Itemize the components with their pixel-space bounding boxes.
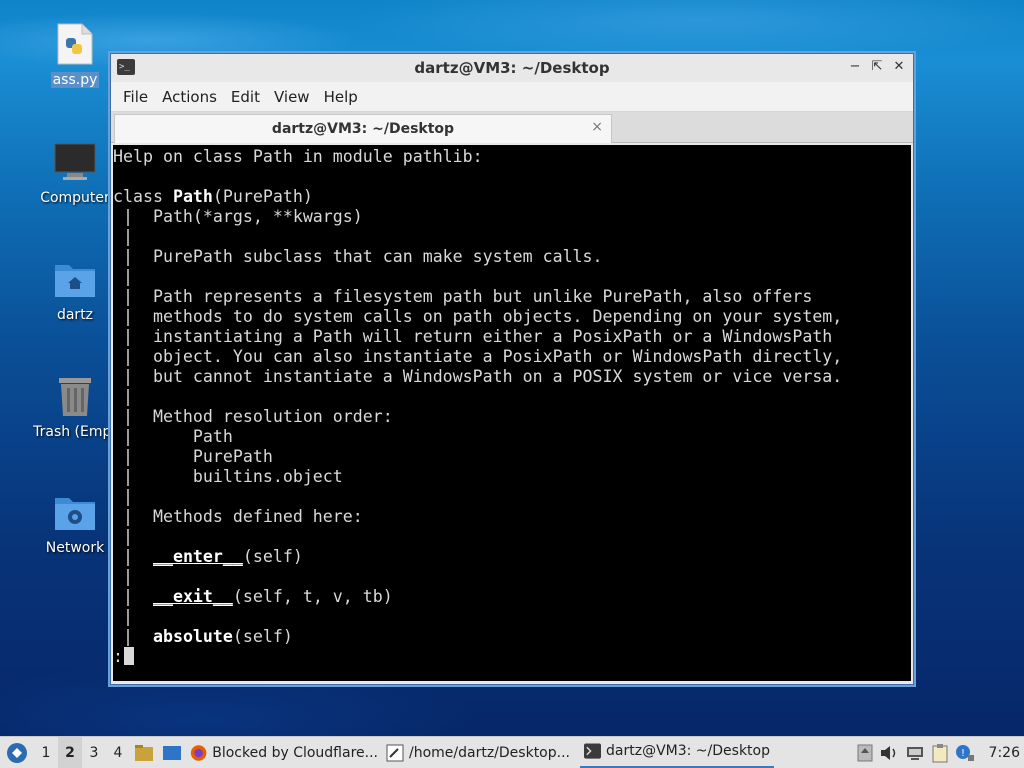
- terminal-line: | PurePath: [113, 447, 273, 466]
- minimize-icon[interactable]: −: [847, 58, 863, 76]
- menu-edit[interactable]: Edit: [224, 88, 267, 106]
- network-folder-icon: [53, 490, 97, 534]
- show-desktop-launcher[interactable]: [158, 737, 186, 768]
- close-icon[interactable]: ✕: [891, 58, 907, 76]
- task-terminal[interactable]: dartz@VM3: ~/Desktop: [580, 737, 774, 768]
- workspace-3[interactable]: 3: [82, 737, 106, 768]
- terminal-line: |: [113, 227, 153, 246]
- task-label: Blocked by Cloudflare...: [212, 744, 378, 761]
- terminal-icon: >_: [117, 59, 135, 75]
- desktop-icon-label: dartz: [56, 307, 94, 323]
- computer-icon: [53, 140, 97, 184]
- tab-bar: dartz@VM3: ~/Desktop ×: [111, 112, 913, 143]
- workspace-2[interactable]: 2: [58, 736, 82, 768]
- terminal-line: | methods to do system calls on path obj…: [113, 307, 843, 326]
- update-notifier-icon[interactable]: [857, 744, 873, 762]
- start-menu-icon: [7, 742, 27, 763]
- desktop-icon-label: ass.py: [50, 72, 100, 88]
- task-firefox[interactable]: Blocked by Cloudflare...: [186, 737, 382, 768]
- menu-bar: File Actions Edit View Help: [111, 82, 913, 112]
- terminal-line: |: [113, 267, 153, 286]
- terminal-line: class Path(PurePath): [113, 187, 313, 206]
- clipboard-icon[interactable]: [931, 743, 949, 763]
- file-manager-icon: [135, 744, 153, 761]
- firefox-icon: [190, 744, 207, 761]
- maximize-icon[interactable]: ⇱: [869, 58, 885, 76]
- workspace-1[interactable]: 1: [34, 737, 58, 768]
- terminal-line: | __enter__(self): [113, 547, 303, 566]
- terminal-prompt[interactable]: :: [113, 647, 911, 667]
- svg-text:!: !: [961, 748, 965, 759]
- terminal-icon: [584, 743, 602, 759]
- network-icon[interactable]: [905, 744, 925, 762]
- terminal-line: | but cannot instantiate a WindowsPath o…: [113, 367, 843, 386]
- terminal-cursor: [124, 647, 134, 665]
- menu-file[interactable]: File: [116, 88, 155, 106]
- terminal-line: | instantiating a Path will return eithe…: [113, 327, 833, 346]
- terminal-line: Help on class Path in module pathlib:: [113, 147, 483, 166]
- home-folder-icon: [53, 257, 97, 301]
- python-file-icon: [53, 22, 97, 66]
- desktop-icon-label: Network: [45, 540, 105, 556]
- terminal-output[interactable]: Help on class Path in module pathlib: cla…: [113, 145, 911, 681]
- terminal-line: |: [113, 567, 153, 586]
- tab-close-icon[interactable]: ×: [591, 119, 603, 135]
- start-menu-button[interactable]: [0, 737, 34, 768]
- terminal-line: | builtins.object: [113, 467, 343, 486]
- terminal-line: | object. You can also instantiate a Pos…: [113, 347, 843, 366]
- window-titlebar[interactable]: >_ dartz@VM3: ~/Desktop − ⇱ ✕: [111, 54, 913, 82]
- terminal-line: | absolute(self): [113, 627, 293, 646]
- file-manager-launcher[interactable]: [130, 737, 158, 768]
- desktop-icon-label: Trash (Empt: [33, 424, 117, 440]
- terminal-line: | Method resolution order:: [113, 407, 393, 426]
- terminal-tab[interactable]: dartz@VM3: ~/Desktop ×: [114, 114, 612, 143]
- trash-icon: [53, 374, 97, 418]
- volume-icon[interactable]: [879, 744, 899, 762]
- terminal-line: | Path(*args, **kwargs): [113, 207, 363, 226]
- terminal-line: | Methods defined here:: [113, 507, 363, 526]
- terminal-line: | __exit__(self, t, v, tb): [113, 587, 393, 606]
- tab-label: dartz@VM3: ~/Desktop: [271, 121, 455, 137]
- task-label: dartz@VM3: ~/Desktop: [606, 743, 770, 759]
- text-editor-icon: [386, 744, 404, 761]
- terminal-window: >_ dartz@VM3: ~/Desktop − ⇱ ✕ File Actio…: [110, 53, 914, 685]
- task-label: /home/dartz/Desktop...: [409, 744, 570, 761]
- clock[interactable]: 7:26: [989, 745, 1020, 761]
- terminal-line: | PurePath subclass that can make system…: [113, 247, 603, 266]
- terminal-line: | Path: [113, 427, 233, 446]
- desktop-icon: [163, 745, 181, 760]
- desktop-icon-label: Computer: [40, 190, 110, 206]
- task-text-editor[interactable]: /home/dartz/Desktop...: [382, 737, 580, 768]
- workspace-4[interactable]: 4: [106, 737, 130, 768]
- system-tray: ! 7:26: [857, 737, 1024, 768]
- terminal-line: |: [113, 387, 153, 406]
- taskbar: 1 2 3 4 Blocked by Cloudflare... /home/d…: [0, 736, 1024, 768]
- menu-view[interactable]: View: [267, 88, 317, 106]
- terminal-line: |: [113, 487, 153, 506]
- menu-actions[interactable]: Actions: [155, 88, 224, 106]
- terminal-line: | Path represents a filesystem path but …: [113, 287, 813, 306]
- notification-icon[interactable]: !: [955, 744, 975, 762]
- menu-help[interactable]: Help: [317, 88, 365, 106]
- terminal-line: |: [113, 607, 153, 626]
- terminal-line: |: [113, 527, 153, 546]
- window-title: dartz@VM3: ~/Desktop: [414, 59, 610, 77]
